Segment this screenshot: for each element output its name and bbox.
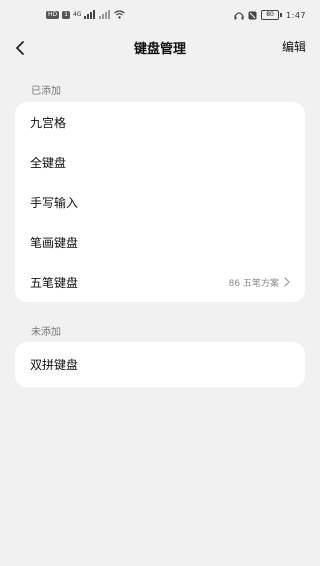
mute-icon [248, 11, 257, 20]
chevron-right-icon [284, 277, 290, 287]
list-item-label: 五笔键盘 [30, 275, 79, 290]
list-item-shuangpin-keyboard[interactable]: 双拼键盘 [15, 342, 305, 387]
list-item-label: 九宫格 [30, 115, 67, 130]
list-item-label: 全键盘 [30, 155, 67, 170]
clock: 1:47 [286, 10, 306, 20]
battery-level: 80 [261, 10, 280, 20]
page-title: 键盘管理 [133, 42, 186, 57]
list-item-wubi-keyboard[interactable]: 五笔键盘 86 五笔方案 [15, 262, 305, 302]
wubi-scheme: 86 五笔方案 [229, 276, 290, 289]
header: 键盘管理 编辑 [0, 30, 320, 64]
sim-badge: 1 [62, 10, 70, 19]
list-item-full-keyboard[interactable]: 全键盘 [15, 142, 305, 182]
wubi-scheme-value: 86 五笔方案 [228, 278, 279, 289]
wifi-icon [114, 10, 126, 19]
section-added-label: 已添加 [31, 86, 61, 97]
edit-button[interactable]: 编辑 [282, 38, 306, 55]
added-keyboards-card: 九宫格 全键盘 手写输入 笔画键盘 五笔键盘 86 五笔方案 [15, 102, 305, 302]
list-item-jiugongge[interactable]: 九宫格 [15, 102, 305, 142]
signal-icon-secondary [99, 10, 111, 19]
network-type: 4G [72, 11, 82, 18]
section-not-added-label: 未添加 [31, 327, 61, 338]
list-item-handwriting[interactable]: 手写输入 [15, 182, 305, 222]
list-item-label: 手写输入 [30, 195, 79, 210]
status-right: 80 1:47 [234, 10, 306, 20]
list-item-label: 双拼键盘 [30, 358, 79, 372]
list-item-label: 笔画键盘 [30, 235, 79, 250]
signal-icon [84, 10, 96, 19]
list-item-stroke-keyboard[interactable]: 笔画键盘 [15, 222, 305, 262]
battery-icon: 80 [261, 10, 283, 20]
status-bar: HD 1 4G 80 1:47 [0, 0, 320, 30]
headphones-icon [234, 11, 244, 20]
not-added-keyboards-card: 双拼键盘 [15, 342, 305, 387]
status-left: HD 1 4G [46, 10, 126, 19]
hd-badge: HD [46, 10, 60, 19]
